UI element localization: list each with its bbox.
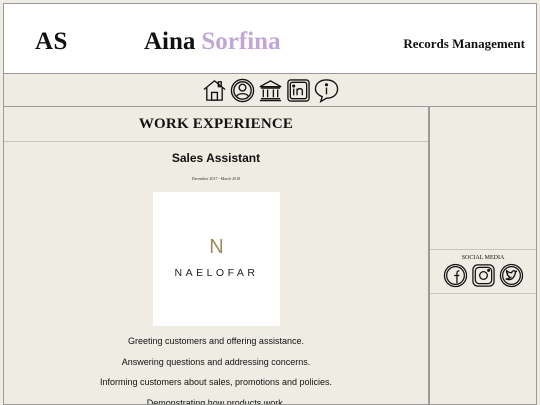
linkedin-icon[interactable] (286, 78, 311, 103)
company-logo: N NAELOFAR (153, 192, 280, 326)
last-name: Sorfina (201, 28, 281, 55)
sidebar-blank (430, 107, 536, 250)
duties-list: Greeting customers and offering assistan… (4, 335, 428, 405)
home-icon[interactable] (202, 78, 227, 103)
duty-item: Answering questions and addressing conce… (121, 356, 311, 367)
job-dates: December 2017 - March 2018 (191, 176, 241, 181)
social-media-panel: SOCIAL MEDIA (430, 250, 536, 294)
sidebar: SOCIAL MEDIA (429, 107, 537, 405)
logo-mark: N (209, 236, 224, 258)
nav-bar (3, 74, 537, 107)
facebook-icon[interactable] (443, 263, 468, 288)
header: AS Aina Sorfina Records Management (3, 3, 537, 74)
site-name: Aina Sorfina (144, 28, 281, 56)
institution-icon[interactable] (258, 78, 283, 103)
duty-item: Greeting customers and offering assistan… (128, 336, 304, 346)
logo-wordmark: NAELOFAR (174, 267, 259, 279)
duty-item: Informing customers about sales, promoti… (99, 377, 333, 387)
profile-icon[interactable] (230, 78, 255, 103)
job-title: Sales Assistant (171, 151, 261, 165)
instagram-icon[interactable] (471, 263, 496, 288)
info-icon[interactable] (314, 78, 339, 103)
logo-initials[interactable]: AS (35, 28, 68, 56)
social-icons (430, 263, 536, 288)
twitter-icon[interactable] (499, 263, 524, 288)
duty-item: Demonstrating how products work. (146, 397, 286, 405)
main-content: WORK EXPERIENCE Sales Assistant December… (3, 107, 429, 405)
social-title: SOCIAL MEDIA (461, 255, 505, 261)
role-title: Records Management (403, 36, 525, 51)
first-name: Aina (144, 28, 196, 55)
section-title: WORK EXPERIENCE (4, 107, 428, 142)
